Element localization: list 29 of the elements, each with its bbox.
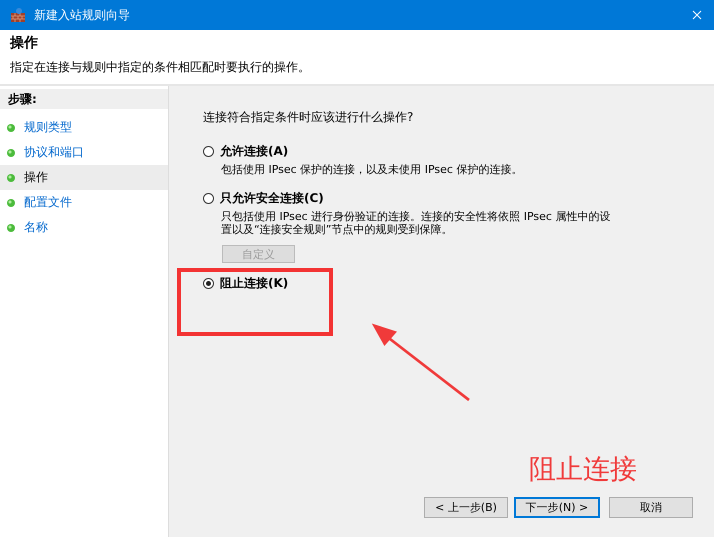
page-description: 指定在连接与规则中指定的条件相匹配时要执行的操作。 [10,59,311,76]
option-label[interactable]: 阻止连接(K) [220,274,288,292]
option-description: 只包括使用 IPsec 进行身份验证的连接。连接的安全性将依照 IPsec 属性中的设置以及“连接安全规则”节点中的规则受到保障。 [221,210,612,236]
step-item[interactable]: 操作 [0,165,168,190]
step-item[interactable]: 规则类型 [0,115,168,140]
radio-button[interactable] [203,193,214,204]
bullet-icon [6,172,16,182]
option-label[interactable]: 只允许安全连接(C) [220,190,324,207]
bullet-icon [6,148,16,158]
bullet-icon [6,198,16,208]
bullet-icon [6,222,16,232]
close-icon[interactable] [692,10,702,20]
step-item[interactable]: 名称 [0,215,168,240]
option-description: 包括使用 IPsec 保护的连接，以及未使用 IPsec 保护的连接。 [221,163,524,176]
wizard-button[interactable]: 下一步(N) > [514,497,600,518]
step-item[interactable]: 配置文件 [0,190,168,215]
window-title: 新建入站规则向导 [34,6,130,24]
radio-button[interactable] [203,278,214,288]
firewall-icon [10,7,26,23]
wizard-button[interactable]: < 上一步(B) [424,497,508,518]
radio-button[interactable] [203,146,214,157]
question-text: 连接符合指定条件时应该进行什么操作? [203,109,414,126]
annotation-text: 阻止连接 [529,453,637,487]
bullet-icon [6,122,16,132]
option-label[interactable]: 允许连接(A) [220,143,288,160]
page-title: 操作 [10,34,39,52]
step-item[interactable]: 协议和端口 [0,140,168,165]
wizard-button[interactable]: 取消 [609,497,693,518]
steps-heading: 步骤: [0,89,168,109]
